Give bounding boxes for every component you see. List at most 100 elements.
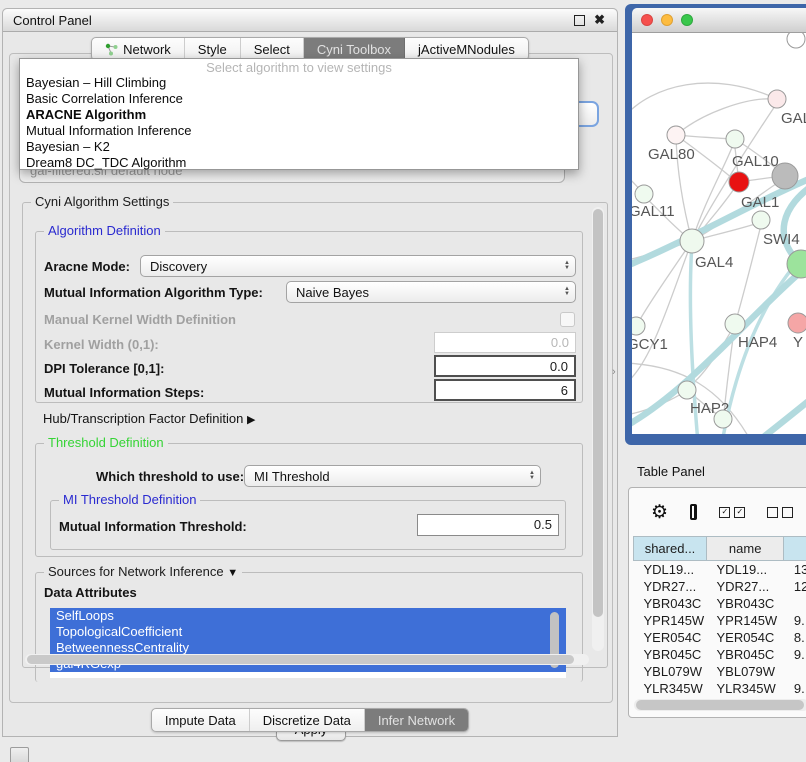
tab-discretize-data[interactable]: Discretize Data [250,709,365,731]
network-node-gcy1[interactable] [632,317,645,335]
tab-label: Select [254,42,290,57]
deselect-all-columns-icon[interactable] [767,507,793,518]
settings-vertical-scrollbar[interactable] [592,207,604,651]
network-node-gal11[interactable] [635,185,653,203]
algorithm-option-mutual-information-inference[interactable]: Mutual Information Inference [20,123,578,139]
network-node-gal10[interactable] [726,130,744,148]
table-cell [784,595,806,612]
tab-label: Cyni Toolbox [317,42,391,57]
float-window-icon[interactable] [574,15,585,26]
dropdown-placeholder: Select algorithm to view settings [20,60,578,75]
network-node-y[interactable] [788,313,806,333]
algorithm-option-bayesian-hill-climbing[interactable]: Bayesian – Hill Climbing [20,75,578,91]
network-node-gal[interactable] [768,90,786,108]
zoom-traffic-icon[interactable] [681,14,693,26]
network-node-hap2[interactable] [678,381,696,399]
minimized-panel-icon[interactable] [10,747,29,762]
network-node[interactable] [714,410,732,428]
tab-jactivemnodules[interactable]: jActiveMNodules [405,38,528,60]
aracne-mode-value: Discovery [150,259,207,274]
tab-select[interactable]: Select [241,38,304,60]
columns-icon[interactable] [690,504,697,520]
table-cell: YBL079W [707,663,784,680]
network-node-hap4[interactable] [725,314,745,334]
algorithm-option-aracne-algorithm[interactable]: ARACNE Algorithm [20,107,578,123]
table-row[interactable]: YLR345WYLR345W9. [634,680,806,697]
sources-title-label: Sources for Network Inference [48,564,224,579]
which-threshold-select[interactable]: MI Threshold ▲▼ [244,465,541,487]
hub-definition-disclosure[interactable]: Hub/Transcription Factor Definition ▶ [43,411,255,426]
network-edge[interactable] [638,241,692,323]
network-node-swi4[interactable] [752,211,770,229]
table-cell: YBR043C [634,595,707,612]
network-node-gal80[interactable] [667,126,685,144]
mi-type-value: Naive Bayes [296,285,369,300]
tab-label: Discretize Data [263,713,351,728]
kernel-width-field[interactable]: 0.0 [434,332,576,353]
mi-algorithm-type-select[interactable]: Naive Bayes ▲▼ [286,281,576,303]
mi-threshold-field[interactable]: 0.5 [417,514,559,536]
node-label: HAP4 [738,334,777,351]
table-panel-title: Table Panel [637,464,705,479]
column-header-clipped[interactable] [784,537,806,561]
mi-threshold-label: Mutual Information Threshold: [59,519,247,534]
algorithm-option-dream8-dc-tdc-algorithm[interactable]: Dream8 DC_TDC Algorithm [20,155,578,171]
table-horizontal-scrollbar[interactable] [634,699,806,711]
manual-kernel-label: Manual Kernel Width Definition [44,312,236,327]
aracne-mode-select[interactable]: Discovery ▲▼ [140,255,576,277]
tab-network[interactable]: Network [92,38,185,60]
mi-steps-field[interactable]: 6 [434,379,576,401]
table-row[interactable]: YBL079WYBL079W [634,663,806,680]
column-header-name[interactable]: name [707,537,784,561]
table-cell: 8. [784,629,806,646]
table-cell: YDR27... [707,578,784,595]
which-threshold-value: MI Threshold [254,469,330,484]
threshold-definition-group: Threshold Definition Which threshold to … [35,443,583,557]
split-pane-handle[interactable]: › [612,366,616,378]
attribute-item-topologicalcoefficient[interactable]: TopologicalCoefficient [50,624,566,640]
manual-kernel-checkbox[interactable] [560,312,575,327]
network-node[interactable] [772,163,798,189]
close-icon[interactable]: ✖ [594,15,605,25]
tab-cyni-toolbox[interactable]: Cyni Toolbox [304,38,405,60]
dpi-tolerance-field[interactable]: 0.0 [434,355,576,377]
tab-label: jActiveMNodules [418,42,515,57]
close-traffic-icon[interactable] [641,14,653,26]
algorithm-option-bayesian-k2[interactable]: Bayesian – K2 [20,139,578,155]
table-row[interactable]: YER054CYER054C8. [634,629,806,646]
sources-group-title[interactable]: Sources for Network Inference ▼ [44,564,242,579]
dpi-tolerance-label: DPI Tolerance [0,1]: [44,361,164,376]
tab-style[interactable]: Style [185,38,241,60]
data-attributes-list[interactable]: SelfLoopsTopologicalCoefficientBetweenne… [50,608,566,678]
table-row[interactable]: YDL19...YDL19...13 [634,561,806,579]
network-node[interactable] [787,33,805,48]
network-node-gal1[interactable] [729,172,749,192]
mi-type-label: Mutual Information Algorithm Type: [44,285,263,300]
table-cell: YBR045C [634,646,707,663]
table-cell: 9. [784,680,806,697]
table-row[interactable]: YPR145WYPR145W9. [634,612,806,629]
table-cell: 9. [784,646,806,663]
stepper-arrows-icon: ▲▼ [556,261,570,271]
algorithm-definition-group: Algorithm Definition Aracne Mode: Discov… [35,231,583,403]
table-panel: ⚙ ✓✓ shared...nameYDL19...YDL19...13YDR2… [628,487,806,718]
panel-title: Control Panel [13,13,92,28]
algorithm-option-basic-correlation-inference[interactable]: Basic Correlation Inference [20,91,578,107]
minimize-traffic-icon[interactable] [661,14,673,26]
node-label: GAL [781,110,806,127]
network-canvas[interactable]: GALGAL80GAL10GAL1GAL11SWI4GAL4GCY1HAP4YH… [632,33,806,434]
attribute-item-selfloops[interactable]: SelfLoops [50,608,566,624]
select-all-columns-icon[interactable]: ✓✓ [719,507,745,518]
table-row[interactable]: YDR27...YDR27...12 [634,578,806,595]
tab-infer-network[interactable]: Infer Network [365,709,468,731]
tab-impute-data[interactable]: Impute Data [152,709,250,731]
table-row[interactable]: YBR045CYBR045C9. [634,646,806,663]
column-header-shared[interactable]: shared... [634,537,707,561]
table-toolbar: ⚙ ✓✓ [629,488,806,536]
network-node-gal4[interactable] [680,229,704,253]
table-row[interactable]: YBR043CYBR043C [634,595,806,612]
table-cell: YER054C [634,629,707,646]
gear-icon[interactable]: ⚙ [651,503,668,522]
node-label: GAL1 [741,194,779,211]
settings-horizontal-scrollbar[interactable] [25,654,589,665]
